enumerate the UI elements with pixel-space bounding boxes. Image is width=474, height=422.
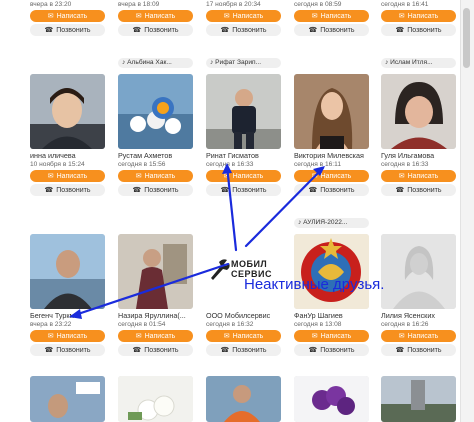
friends-grid: вчера в 23:20 ✉ Написать ☎ Позвонить вчера… [0,0,460,422]
scrollbar-thumb[interactable] [463,8,470,68]
arrowhead [69,309,82,319]
annotation-caption: Неактивные друзья. [244,276,385,293]
arrowhead [222,163,232,174]
annotation-arrows [69,163,325,319]
arrow-line [244,166,325,248]
arrow-line [70,262,230,318]
arrow-line [225,164,238,252]
arrowhead [313,166,325,176]
